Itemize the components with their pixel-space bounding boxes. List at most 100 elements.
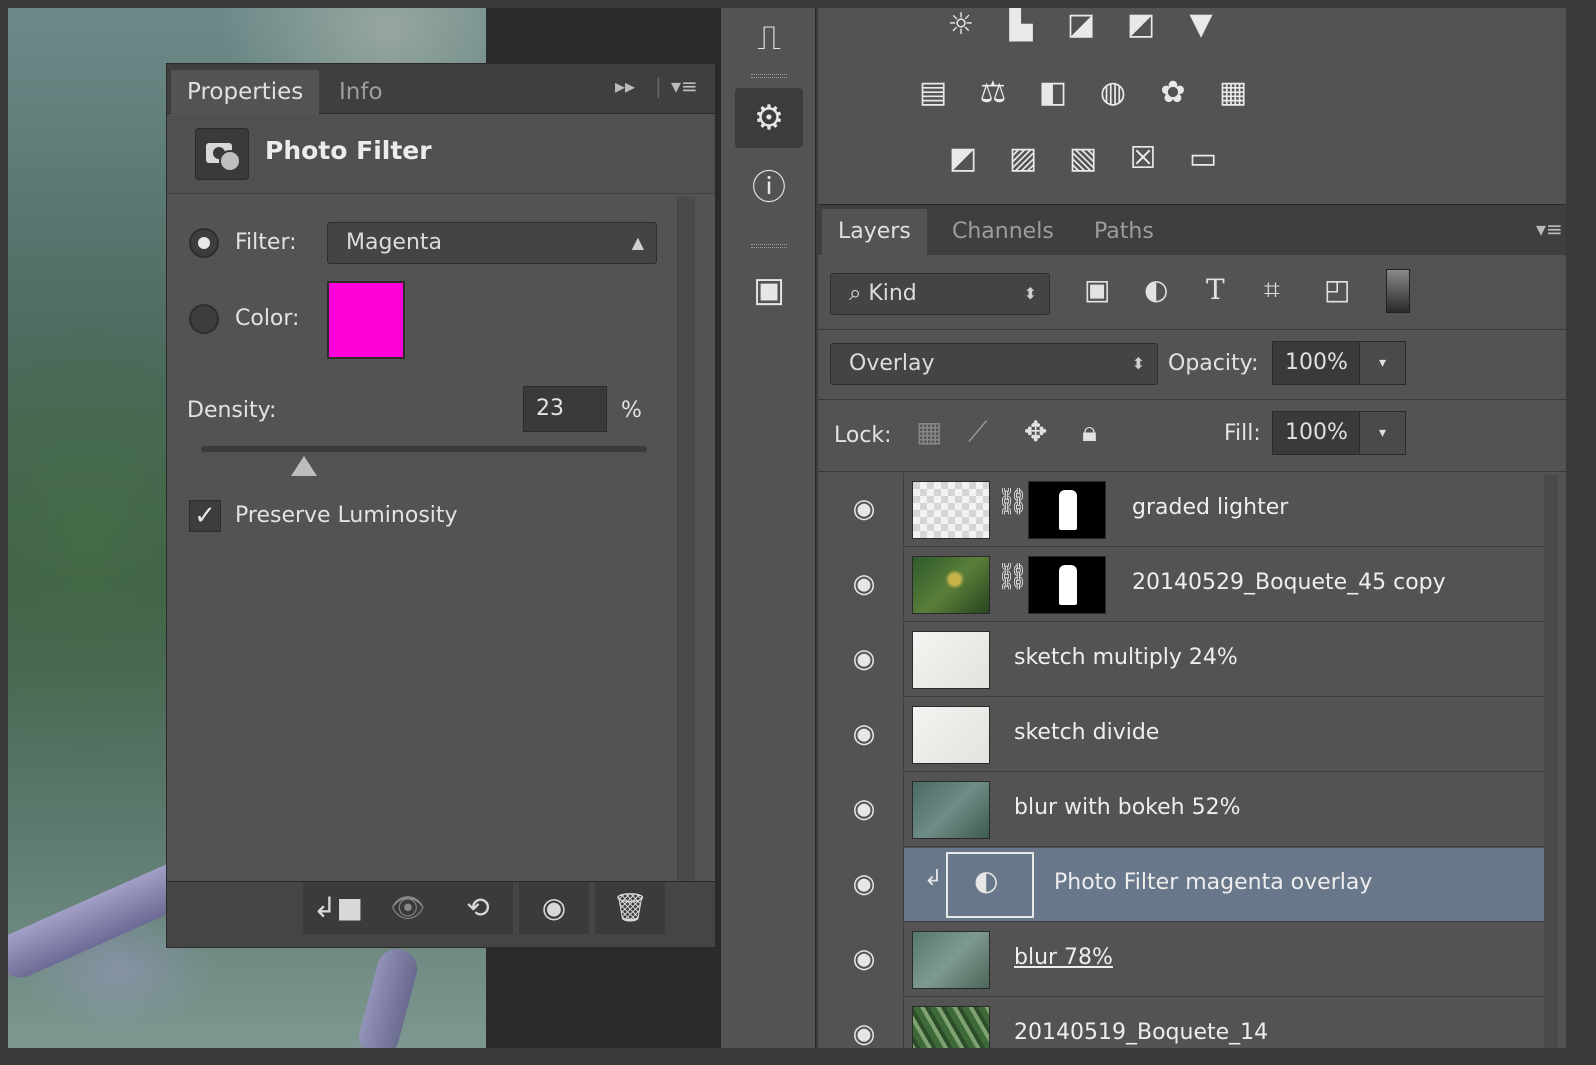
eye-icon[interactable]: ◉: [846, 1020, 882, 1048]
layer-thumbnail[interactable]: [912, 781, 990, 839]
levels-icon[interactable]: ▙: [1000, 8, 1042, 44]
layer-row[interactable]: ◉ ⛓ graded lighter: [824, 473, 1550, 547]
density-slider-track[interactable]: [201, 446, 647, 452]
threshold-icon[interactable]: ▧: [1062, 140, 1104, 178]
history-icon[interactable]: ⎍: [735, 8, 803, 68]
filter-smart-object-icon[interactable]: ◰: [1324, 273, 1350, 306]
lock-paint-icon[interactable]: ⟋: [968, 415, 988, 449]
layer-row[interactable]: ◉ blur with bokeh 52%: [824, 773, 1550, 847]
tab-layers[interactable]: Layers: [822, 209, 927, 255]
filter-shape-icon[interactable]: ⌗: [1264, 273, 1280, 307]
color-lookup-icon[interactable]: ▦: [1212, 74, 1254, 112]
layer-row-selected[interactable]: ◉ ↲ ◐ Photo Filter magenta overlay: [824, 848, 1550, 922]
layer-thumbnail[interactable]: [912, 931, 990, 989]
layer-row[interactable]: ◉ blur 78%: [824, 923, 1550, 997]
layer-name[interactable]: sketch divide: [1014, 720, 1159, 745]
view-previous-button[interactable]: 👁︎: [373, 882, 443, 934]
filter-select[interactable]: Magenta ▲: [327, 222, 657, 264]
layer-mask-thumbnail[interactable]: [1028, 556, 1106, 614]
layer-thumbnail[interactable]: [912, 1006, 990, 1048]
chevron-down-icon[interactable]: ▾: [1359, 342, 1405, 384]
eye-icon[interactable]: ◉: [846, 570, 882, 598]
layers-scrollbar[interactable]: [1544, 475, 1558, 1048]
photo-filter-adj-icon[interactable]: ◍: [1092, 74, 1134, 112]
filter-type-icon[interactable]: T: [1206, 273, 1225, 306]
vibrance-icon[interactable]: ▼: [1180, 8, 1222, 44]
channel-mixer-icon[interactable]: ✿: [1152, 74, 1194, 112]
panel-menu-icon[interactable]: ▾≡: [671, 74, 698, 98]
tab-channels[interactable]: Channels: [936, 209, 1070, 255]
toggle-visibility-button[interactable]: ◉: [519, 882, 589, 934]
layer-name[interactable]: graded lighter: [1132, 495, 1288, 520]
blend-mode-select[interactable]: Overlay ⬍: [830, 343, 1158, 385]
chevron-down-icon[interactable]: ▾: [1359, 412, 1405, 454]
visibility-cell[interactable]: ◉: [824, 473, 904, 547]
layer-row[interactable]: ◉ ⛓ 20140529_Boquete_45 copy: [824, 548, 1550, 622]
layers-menu-icon[interactable]: ▾≡: [1536, 217, 1563, 241]
exposure-icon[interactable]: ◩: [1120, 8, 1162, 44]
visibility-cell[interactable]: ◉: [824, 848, 904, 922]
layer-row[interactable]: ◉ sketch multiply 24%: [824, 623, 1550, 697]
layer-filter-select[interactable]: ⌕ Kind ⬍: [830, 273, 1050, 315]
clip-to-layer-button[interactable]: ↲■: [303, 882, 373, 934]
layer-name[interactable]: Photo Filter magenta overlay: [1054, 870, 1372, 895]
filter-radio[interactable]: [189, 228, 219, 258]
filter-pixel-icon[interactable]: ▣: [1084, 273, 1110, 306]
properties-scrollbar[interactable]: [677, 197, 695, 887]
layer-mask-thumbnail[interactable]: [1028, 481, 1106, 539]
collapse-icon[interactable]: ▸▸: [615, 74, 635, 98]
posterize-icon[interactable]: ▨: [1002, 140, 1044, 178]
black-white-icon[interactable]: ◧: [1032, 74, 1074, 112]
strip-grip-2[interactable]: [751, 244, 787, 248]
layer-row[interactable]: ◉ 20140519_Boquete_14: [824, 998, 1550, 1048]
link-icon[interactable]: ⛓: [996, 487, 1029, 517]
color-swatch[interactable]: [327, 281, 405, 359]
visibility-cell[interactable]: ◉: [824, 698, 904, 772]
visibility-cell[interactable]: ◉: [824, 998, 904, 1048]
layer-row[interactable]: ◉ sketch divide: [824, 698, 1550, 772]
fill-field[interactable]: 100% ▾: [1272, 411, 1406, 455]
layer-name[interactable]: blur with bokeh 52%: [1014, 795, 1240, 820]
visibility-cell[interactable]: ◉: [824, 623, 904, 697]
layer-name[interactable]: blur 78%: [1014, 945, 1113, 970]
layer-thumbnail[interactable]: [912, 481, 990, 539]
eye-icon[interactable]: ◉: [846, 645, 882, 673]
eye-icon[interactable]: ◉: [846, 870, 882, 898]
density-input[interactable]: 23: [523, 386, 607, 432]
eye-icon[interactable]: ◉: [846, 795, 882, 823]
visibility-cell[interactable]: ◉: [824, 923, 904, 997]
layer-name[interactable]: 20140529_Boquete_45 copy: [1132, 570, 1446, 595]
eye-icon[interactable]: ◉: [846, 720, 882, 748]
filter-toggle-switch[interactable]: [1386, 269, 1410, 313]
visibility-cell[interactable]: ◉: [824, 548, 904, 622]
lock-position-icon[interactable]: ✥: [1024, 415, 1047, 448]
tab-paths[interactable]: Paths: [1078, 209, 1170, 255]
eye-icon[interactable]: ◉: [846, 945, 882, 973]
selective-color-icon[interactable]: ☒: [1122, 140, 1164, 178]
info-icon[interactable]: ⓘ: [735, 158, 803, 218]
eye-icon[interactable]: ◉: [846, 495, 882, 523]
layer-comps-icon[interactable]: ▣: [735, 260, 803, 320]
strip-grip[interactable]: [751, 74, 787, 78]
layer-thumbnail[interactable]: [912, 556, 990, 614]
reset-button[interactable]: ⟲: [443, 882, 513, 934]
gradient-map-icon[interactable]: ▭: [1182, 140, 1224, 178]
brightness-icon[interactable]: ☼: [940, 8, 982, 44]
layer-thumbnail[interactable]: [912, 631, 990, 689]
layer-thumbnail[interactable]: [912, 706, 990, 764]
lock-transparent-icon[interactable]: ▦: [916, 415, 942, 448]
delete-button[interactable]: 🗑︎: [595, 882, 665, 934]
opacity-field[interactable]: 100% ▾: [1272, 341, 1406, 385]
invert-icon[interactable]: ◩: [942, 140, 984, 178]
adjustment-layer-icon[interactable]: ◐: [974, 864, 998, 897]
tab-info[interactable]: Info: [323, 70, 399, 114]
lock-all-icon[interactable]: 🔒︎: [1082, 415, 1097, 449]
link-icon[interactable]: ⛓: [996, 562, 1029, 592]
curves-icon[interactable]: ◪: [1060, 8, 1102, 44]
properties-icon[interactable]: ⚙: [735, 88, 803, 148]
tab-properties[interactable]: Properties: [171, 70, 320, 114]
color-radio[interactable]: [189, 304, 219, 334]
filter-adjustment-icon[interactable]: ◐: [1144, 273, 1168, 306]
color-balance-icon[interactable]: ⚖: [972, 74, 1014, 112]
visibility-cell[interactable]: ◉: [824, 773, 904, 847]
